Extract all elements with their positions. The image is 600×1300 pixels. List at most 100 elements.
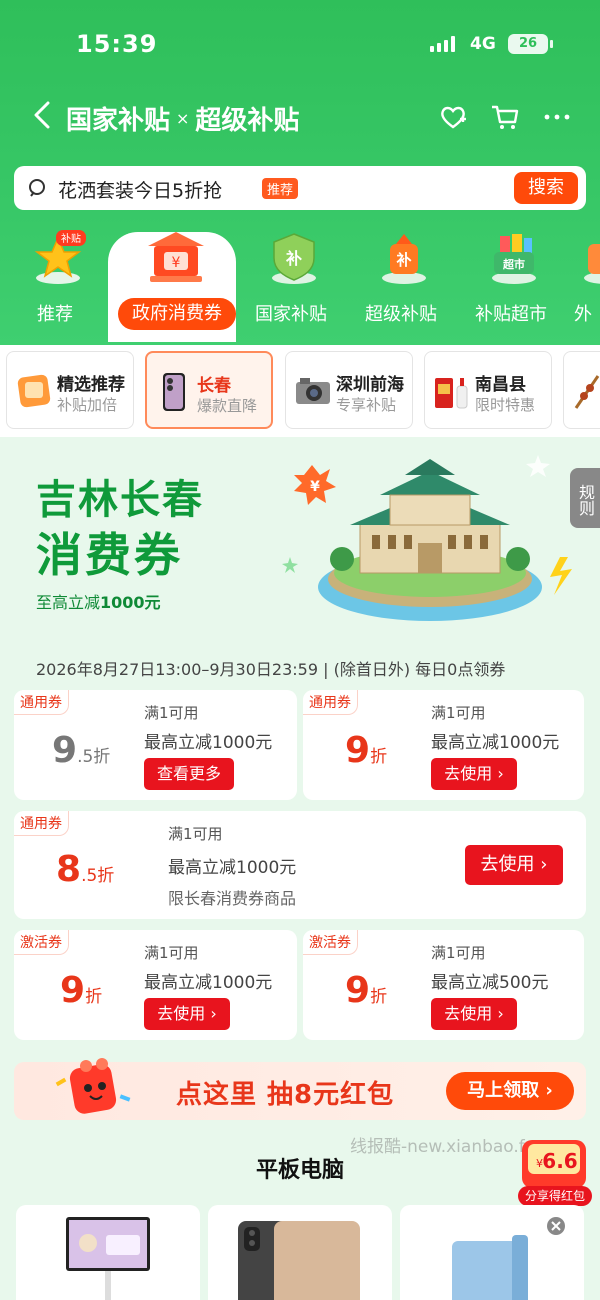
coupon-discount: 9.5折 [52,730,111,771]
title-national-subsidy: 国家补贴 [66,106,171,136]
share-amount: 6.6 [542,1149,577,1173]
network-type: 4G [470,34,496,54]
region-tab-changchun[interactable]: 长春 爆款直降 [145,351,273,429]
skewer-product-icon [572,370,600,412]
coupon-description: 最高立减1000元 [144,973,273,993]
region-title: 长春 [197,376,231,396]
tab-recommend-label: 推荐 [37,304,73,325]
tab-subsidy-supermarket[interactable]: 超市 补贴超市 [456,224,566,334]
search-placeholder: 花洒套装今日5折抢 [58,180,223,202]
coupon-description: 最高立减1000元 [168,858,297,878]
claim-now-button[interactable]: 马上领取 › [446,1072,574,1110]
tab-government-coupon[interactable]: ¥ 政府消费券 [112,224,236,334]
region-tab-shenzhen[interactable]: 深圳前海 专享补贴 [285,351,413,429]
coupon-type-tag: 通用券 [14,690,69,715]
coupon-discount: 9折 [345,970,388,1011]
region-tab-nanchang[interactable]: 南昌县 限时特惠 [424,351,552,429]
region-tab-featured[interactable]: 精选推荐 补贴加倍 [6,351,134,429]
region-subtitle: 专享补贴 [336,396,397,414]
coupon-condition: 满1可用 [431,704,486,722]
coupon-scope-note: 限长春消费券商品 [168,889,297,908]
page-title: 国家补贴 × 超级补贴 [66,100,299,137]
use-coupon-button[interactable]: 去使用 › [431,758,517,790]
coupon-condition: 满1可用 [144,704,199,722]
coupon-card: 通用券 9折 满1可用 最高立减1000元 去使用 › [303,690,584,800]
battery-icon: 26 [508,34,553,54]
coupon-period-text: 2026年8月27日13:00–9月30日23:59 | (除首日外) 每日0点… [36,660,506,679]
cart-icon[interactable] [490,102,520,132]
use-coupon-button[interactable]: 去使用 › [431,998,517,1030]
liquor-product-icon [433,370,471,412]
tab-national-subsidy[interactable]: 补 国家补贴 [236,224,346,334]
share-label[interactable]: 分享得红包 [518,1186,592,1206]
tab-more-label: 外 [574,304,592,325]
coupon-type-tag: 激活券 [303,930,358,955]
super-subsidy-icon: 补 [376,230,432,286]
top-nav: 国家补贴 × 超级补贴 [0,92,600,142]
coupon-card: 激活券 9折 满1可用 最高立减500元 去使用 › [303,930,584,1040]
back-arrow-icon[interactable] [32,100,54,130]
coupon-description: 最高立减500元 [431,973,549,993]
banner-subtitle: 至高立减1000元 [36,593,161,612]
camera-product-icon [294,370,332,412]
region-title: 深圳前海 [336,375,404,395]
standing-tablet-image [66,1217,150,1300]
close-icon[interactable] [546,1216,566,1236]
svg-text:¥: ¥ [172,255,181,271]
tab-national-subsidy-label: 国家补贴 [255,304,327,325]
coupon-description: 最高立减1000元 [144,733,273,753]
more-dots-icon[interactable] [542,102,572,132]
use-coupon-button[interactable]: 去使用 › [144,998,230,1030]
banner-title-coupon: 消费券 [36,528,183,582]
title-separator: × [176,109,190,128]
rules-button[interactable]: 规则 [570,468,600,528]
supermarket-basket-icon: 超市 [486,230,542,286]
tab-super-subsidy-label: 超级补贴 [365,304,437,325]
palace-illustration-icon: ¥ [280,447,580,632]
region-subtitle: 限时特惠 [475,396,536,414]
coupon-description: 最高立减1000元 [431,733,560,753]
favorite-heart-icon[interactable] [438,102,468,132]
tab-more-icon [578,230,600,286]
product-card[interactable] [16,1205,200,1300]
coupon-condition: 满1可用 [144,944,199,962]
region-subtitle: 补贴加倍 [57,396,118,414]
region-tabs: 精选推荐 补贴加倍 长春 爆款直降 深圳前海 专享补贴 南昌县 限时特惠 [0,345,600,437]
region-title: 南昌县 [475,375,526,395]
tab-subsidy-supermarket-label: 补贴超市 [475,304,547,325]
search-recommend-tag: 推荐 [262,178,299,199]
region-subtitle: 爆款直降 [197,397,258,415]
tab-recommend[interactable]: 补贴 推荐 [0,224,110,334]
coupon-condition: 满1可用 [431,944,486,962]
product-card[interactable] [208,1205,392,1300]
coupon-card: 激活券 9折 满1可用 最高立减1000元 去使用 › [14,930,297,1040]
tab-super-subsidy[interactable]: 补 超级补贴 [346,224,456,334]
search-icon [28,178,48,198]
lottery-text: 点这里 抽8元红包 [176,1080,395,1110]
nav-actions [438,102,572,132]
star-subsidy-icon: 补贴 [30,230,86,286]
region-tab-next[interactable] [563,351,600,429]
government-building-icon: ¥ [146,230,204,286]
coupon-discount: 9折 [60,970,103,1011]
search-button[interactable]: 搜索 [514,172,578,204]
svg-text:补: 补 [285,249,302,268]
use-coupon-button[interactable]: 去使用 › [465,845,563,885]
banner-title-city: 吉林长春 [36,477,204,523]
coupon-card: 通用券 9.5折 满1可用 最高立减1000元 查看更多 [14,690,297,800]
signal-icon [430,36,460,52]
coupon-discount: 9折 [345,730,388,771]
tablet-back-image [238,1221,360,1300]
view-more-button[interactable]: 查看更多 [144,758,234,790]
tab-more[interactable]: 外 [566,224,600,334]
coupon-condition: 满1可用 [168,825,223,843]
svg-text:超市: 超市 [502,257,525,271]
section-title-tablets: 平板电脑 [255,1158,344,1183]
phone-product-icon [155,371,193,413]
product-grid [0,1205,600,1300]
svg-text:¥: ¥ [310,479,320,495]
search-bar[interactable]: 花洒套装今日5折抢 推荐 搜索 [14,166,586,210]
coupon-type-tag: 激活券 [14,930,69,955]
tab-government-coupon-label: 政府消费券 [118,298,236,330]
red-packet-lottery-banner[interactable]: 点这里 抽8元红包 马上领取 › [14,1058,586,1120]
